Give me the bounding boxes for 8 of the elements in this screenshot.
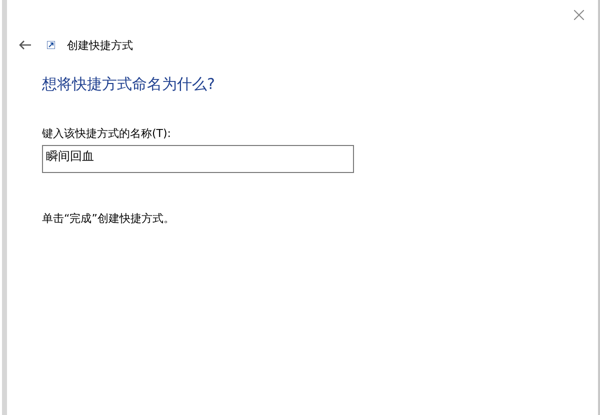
instruction-text: 单击“完成”创建快捷方式。	[42, 211, 174, 226]
page-heading: 想将快捷方式命名为什么?	[42, 75, 215, 94]
shortcut-icon	[47, 41, 55, 49]
field-label: 键入该快捷方式的名称(T):	[42, 126, 172, 141]
close-icon	[574, 10, 584, 20]
back-arrow-icon	[19, 40, 31, 50]
name-input-field[interactable]: 瞬间回血	[42, 145, 354, 173]
window-title: 创建快捷方式	[67, 38, 133, 52]
